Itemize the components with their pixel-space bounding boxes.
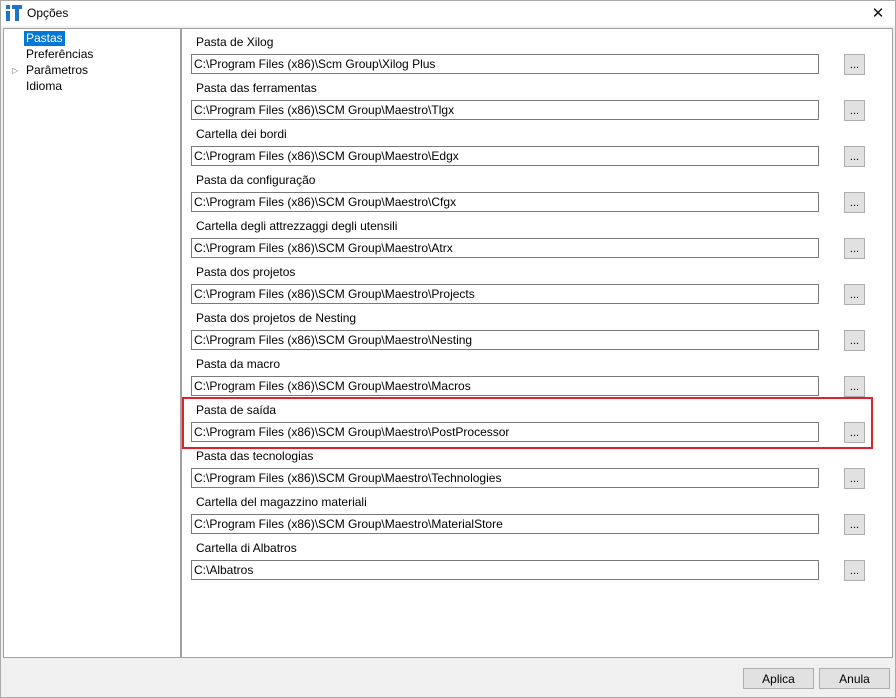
folder-path-input[interactable] — [191, 192, 819, 212]
browse-button[interactable]: ... — [844, 100, 865, 121]
folder-label: Cartella di Albatros — [196, 541, 297, 555]
browse-button[interactable]: ... — [844, 514, 865, 535]
folder-label: Pasta das tecnologias — [196, 449, 314, 463]
cancel-button[interactable]: Anula — [819, 668, 890, 689]
folder-label: Cartella degli attrezzaggi degli utensil… — [196, 219, 398, 233]
title-bar: Opções ✕ — [1, 1, 895, 26]
window-title: Opções — [27, 6, 69, 20]
expand-arrow-icon[interactable]: ▷ — [12, 63, 20, 78]
folder-label: Pasta dos projetos — [196, 265, 296, 279]
tree-item-2[interactable]: Parâmetros — [24, 63, 90, 78]
folder-path-input[interactable] — [191, 376, 819, 396]
browse-button[interactable]: ... — [844, 422, 865, 443]
folder-path-input[interactable] — [191, 514, 819, 534]
browse-button[interactable]: ... — [844, 376, 865, 397]
browse-button[interactable]: ... — [844, 330, 865, 351]
apply-button[interactable]: Aplica — [743, 668, 814, 689]
folder-label: Pasta da configuração — [196, 173, 316, 187]
browse-button[interactable]: ... — [844, 146, 865, 167]
folder-label: Pasta dos projetos de Nesting — [196, 311, 357, 325]
tree-item-1[interactable]: Preferências — [24, 47, 95, 62]
folder-label: Pasta de Xilog — [196, 35, 274, 49]
app-logo-icon — [6, 5, 22, 21]
folder-label: Cartella dei bordi — [196, 127, 287, 141]
browse-button[interactable]: ... — [844, 192, 865, 213]
folder-label: Cartella del magazzino materiali — [196, 495, 367, 509]
browse-button[interactable]: ... — [844, 560, 865, 581]
folders-panel: Pasta de Xilog... Pasta das ferramentas..… — [181, 28, 893, 658]
browse-button[interactable]: ... — [844, 284, 865, 305]
tree-item-0[interactable]: Pastas — [24, 31, 65, 46]
browse-button[interactable]: ... — [844, 54, 865, 75]
folder-path-input[interactable] — [191, 422, 819, 442]
folder-label: Pasta da macro — [196, 357, 281, 371]
browse-button[interactable]: ... — [844, 468, 865, 489]
folder-path-input[interactable] — [191, 284, 819, 304]
options-dialog: Opções ✕ Pastas Preferências ▷ Parâmetros Id… — [0, 0, 896, 698]
folder-path-input[interactable] — [191, 100, 819, 120]
folder-label: Pasta das ferramentas — [196, 81, 317, 95]
tree-item-3[interactable]: Idioma — [24, 79, 64, 94]
folder-path-input[interactable] — [191, 54, 819, 74]
folder-path-input[interactable] — [191, 330, 819, 350]
close-icon[interactable]: ✕ — [861, 1, 895, 26]
folder-path-input[interactable] — [191, 146, 819, 166]
folder-path-input[interactable] — [191, 468, 819, 488]
browse-button[interactable]: ... — [844, 238, 865, 259]
folder-path-input[interactable] — [191, 560, 819, 580]
options-tree: Pastas Preferências ▷ Parâmetros Idioma — [3, 28, 181, 658]
folder-label: Pasta de saída — [196, 403, 277, 417]
folder-path-input[interactable] — [191, 238, 819, 258]
